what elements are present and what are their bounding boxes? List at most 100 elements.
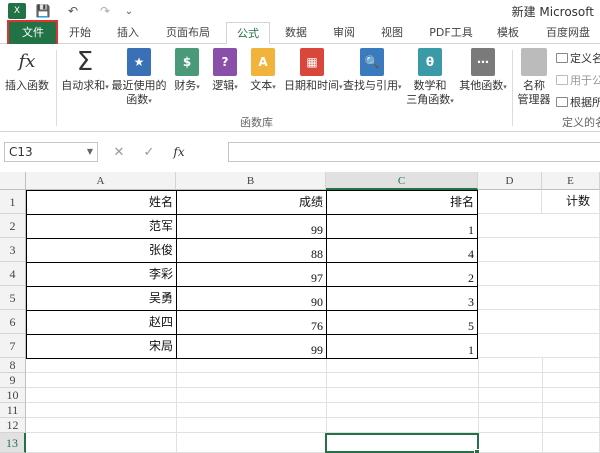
grid-cell[interactable] [26, 358, 600, 373]
use-in-formula-button[interactable]: 用于公 [556, 72, 600, 88]
table-cell-name[interactable]: 宋局 [26, 334, 177, 359]
undo-icon[interactable]: ↶ [64, 3, 82, 19]
header-cell-name[interactable]: 姓名 [26, 190, 177, 215]
tab-pdf-tools[interactable]: PDF工具 [424, 22, 478, 44]
grid-cell[interactable] [478, 310, 600, 334]
table-cell-score[interactable]: 99 [176, 214, 327, 239]
row-header-9[interactable]: 9 [0, 373, 26, 388]
grid-cell[interactable] [26, 433, 600, 453]
text-button[interactable]: A 文本▾ [248, 48, 278, 94]
row-header-8[interactable]: 8 [0, 358, 26, 373]
row-header-7[interactable]: 7 [0, 334, 26, 358]
redo-icon[interactable]: ↷ [96, 3, 114, 19]
header-cell-score[interactable]: 成绩 [176, 190, 327, 215]
tab-page-layout[interactable]: 页面布局 [158, 22, 218, 44]
table-cell-rank[interactable]: 3 [326, 286, 478, 311]
column-header-d[interactable]: D [478, 172, 542, 190]
grid-cell-e1[interactable]: 计数 [542, 190, 600, 214]
customize-icon[interactable]: ⌄ [122, 3, 136, 19]
autosum-button[interactable]: Σ 自动求和▾ [60, 48, 110, 94]
table-cell-score[interactable]: 97 [176, 262, 327, 287]
tab-formulas[interactable]: 公式 [226, 22, 270, 45]
grid-cell[interactable] [478, 214, 600, 238]
table-cell-rank[interactable]: 2 [326, 262, 478, 287]
row-header-13[interactable]: 13 [0, 433, 26, 453]
table-cell-rank[interactable]: 1 [326, 214, 478, 239]
logical-button[interactable]: ? 逻辑▾ [210, 48, 240, 94]
financial-button[interactable]: $ 财务▾ [172, 48, 202, 94]
column-header-b[interactable]: B [176, 172, 326, 190]
logical-book-icon: ? [213, 48, 237, 76]
grid-cell[interactable] [478, 238, 600, 262]
table-cell-name[interactable]: 赵四 [26, 310, 177, 335]
row-header-4[interactable]: 4 [0, 262, 26, 286]
worksheet-grid: A B C D E 1 2 3 4 5 6 7 8 9 10 11 12 13 … [0, 172, 600, 453]
row-header-1[interactable]: 1 [0, 190, 26, 214]
tab-home[interactable]: 开始 [62, 22, 98, 44]
title-bar: X 💾 ↶ ↷ ⌄ 新建 Microsoft [0, 0, 600, 22]
tab-data[interactable]: 数据 [278, 22, 314, 44]
table-cell-score[interactable]: 76 [176, 310, 327, 335]
column-header-a[interactable]: A [26, 172, 176, 190]
math-book-icon: θ [418, 48, 442, 76]
table-cell-name[interactable]: 吴勇 [26, 286, 177, 311]
grid-cell[interactable] [26, 373, 600, 388]
lookup-reference-button[interactable]: 🔍 查找与引用▾ [343, 48, 402, 94]
row-header-3[interactable]: 3 [0, 238, 26, 262]
row-header-11[interactable]: 11 [0, 403, 26, 418]
row-header-12[interactable]: 12 [0, 418, 26, 433]
row-header-10[interactable]: 10 [0, 388, 26, 403]
header-cell-rank[interactable]: 排名 [326, 190, 478, 215]
tab-file[interactable]: 文件 [9, 22, 57, 44]
column-header-e[interactable]: E [542, 172, 600, 190]
recent-functions-button[interactable]: ★ 最近使用的 函数▾ [110, 48, 168, 108]
table-cell-score[interactable]: 90 [176, 286, 327, 311]
row-header-6[interactable]: 6 [0, 310, 26, 334]
grid-cell[interactable] [478, 190, 542, 214]
table-cell-name[interactable]: 张俊 [26, 238, 177, 263]
window-title: 新建 Microsoft [511, 5, 594, 19]
insert-function-icon[interactable]: fx [164, 145, 194, 159]
row-header-2[interactable]: 2 [0, 214, 26, 238]
save-icon[interactable]: 💾 [34, 3, 52, 19]
tab-view[interactable]: 视图 [374, 22, 410, 44]
tab-insert[interactable]: 插入 [110, 22, 146, 44]
fill-handle[interactable] [474, 449, 480, 453]
insert-function-button[interactable]: fx 插入函数 [2, 48, 52, 93]
grid-cell[interactable] [26, 388, 600, 403]
grid-cell[interactable] [26, 403, 600, 418]
grid-cell[interactable] [478, 262, 600, 286]
define-name-button[interactable]: 定义名 [556, 50, 600, 66]
grid-line [542, 358, 543, 453]
row-header-5[interactable]: 5 [0, 286, 26, 310]
select-all-corner[interactable] [0, 172, 26, 190]
ribbon-separator [512, 50, 513, 126]
table-cell-name[interactable]: 李彩 [26, 262, 177, 287]
tab-review[interactable]: 审阅 [326, 22, 362, 44]
tab-baidu-netdisk[interactable]: 百度网盘 [538, 22, 598, 44]
fx-icon: fx [18, 51, 36, 72]
grid-cell[interactable] [478, 286, 600, 310]
tab-templates[interactable]: 模板 [490, 22, 526, 44]
text-book-icon: A [251, 48, 275, 76]
name-box[interactable]: C13 ▼ [4, 142, 98, 162]
enter-icon[interactable]: ✓ [134, 145, 164, 160]
table-cell-rank[interactable]: 4 [326, 238, 478, 263]
create-from-selection-button[interactable]: 根据所 [556, 94, 600, 110]
date-time-button[interactable]: ▦ 日期和时间▾ [284, 48, 343, 94]
chevron-down-icon[interactable]: ▼ [87, 143, 93, 161]
table-cell-rank[interactable]: 1 [326, 334, 478, 359]
formula-input[interactable] [228, 142, 600, 162]
cancel-icon[interactable]: ✕ [104, 145, 134, 160]
table-cell-score[interactable]: 88 [176, 238, 327, 263]
grid-cell[interactable] [478, 334, 600, 358]
table-cell-rank[interactable]: 5 [326, 310, 478, 335]
column-header-c[interactable]: C [326, 172, 478, 190]
more-functions-button[interactable]: ⋯ 其他函数▾ [458, 48, 508, 94]
grid-cell[interactable] [26, 418, 600, 433]
table-cell-score[interactable]: 99 [176, 334, 327, 359]
math-trig-button[interactable]: θ 数学和 三角函数▾ [404, 48, 456, 108]
excel-logo-icon[interactable]: X [8, 3, 26, 19]
name-manager-button[interactable]: 名称 管理器 [514, 48, 554, 107]
table-cell-name[interactable]: 范军 [26, 214, 177, 239]
